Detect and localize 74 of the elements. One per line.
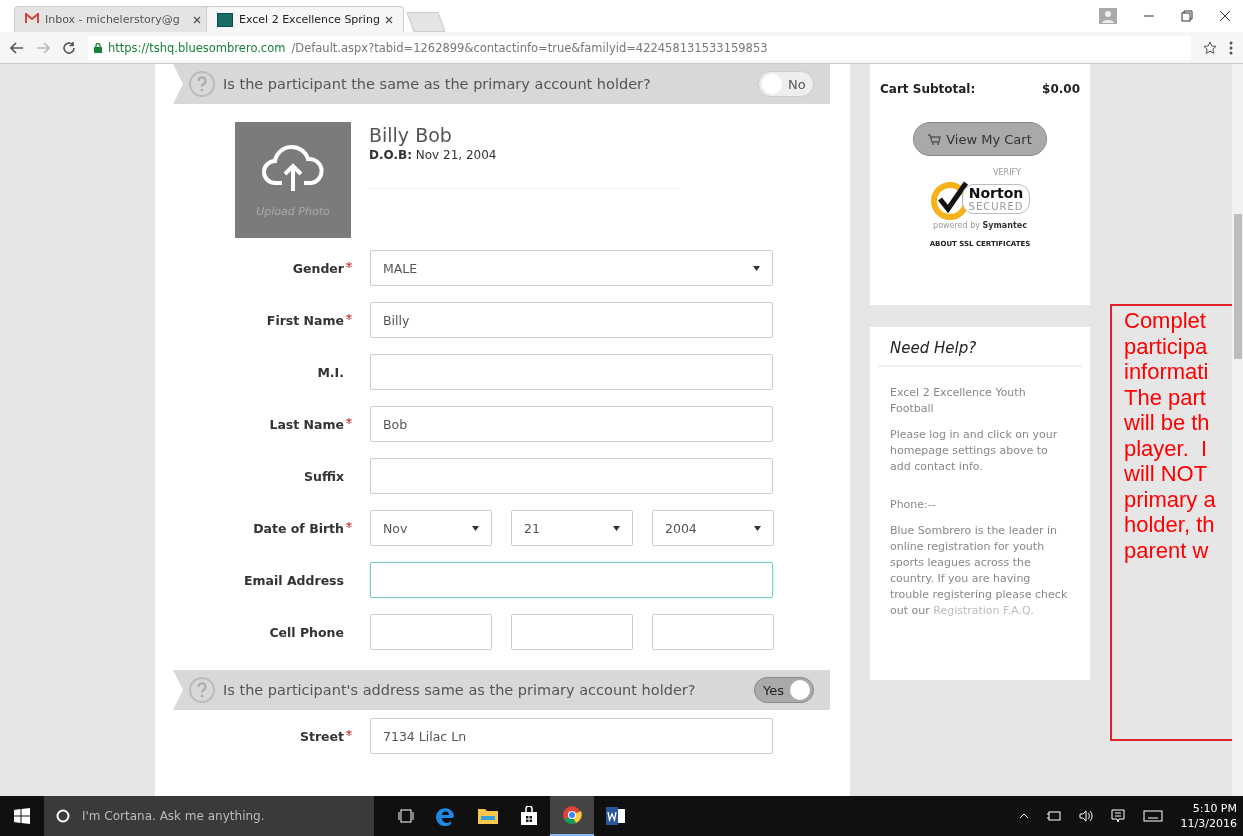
field-label: Date of Birth	[253, 520, 344, 536]
close-icon[interactable]	[1219, 10, 1231, 22]
star-icon[interactable]	[1203, 40, 1217, 55]
caret-icon	[472, 525, 479, 531]
caret-icon	[613, 525, 620, 531]
help-text: Excel 2 Excellence Youth Football	[890, 385, 1027, 417]
field-label: Email Address	[244, 572, 344, 588]
input-field[interactable]: Bob	[370, 406, 773, 442]
question-bar: Is the participant's address same as the primary account holder? Yes	[173, 670, 830, 710]
input-field[interactable]	[370, 354, 773, 390]
search-field[interactable]: I'm Cortana. Ask me anything.	[44, 796, 374, 836]
field-label: Gender	[292, 260, 344, 276]
reload-icon[interactable]	[62, 40, 76, 55]
help-text: Please log in and click on your homepage settings above to add contact info.	[890, 427, 1059, 475]
view-cart-button[interactable]: View My Cart	[913, 122, 1047, 156]
keyboard-icon[interactable]	[1142, 810, 1163, 822]
field-label: M.I.	[317, 364, 344, 380]
input-field[interactable]	[370, 562, 773, 598]
select-field[interactable]: 21	[511, 510, 633, 546]
cortana-icon	[56, 809, 70, 823]
clock-date[interactable]: 11/3/2016	[1180, 816, 1237, 831]
notification-icon[interactable]	[1110, 809, 1125, 823]
taskbar-app-button[interactable]	[550, 796, 594, 836]
input-field[interactable]	[370, 458, 773, 494]
input-field[interactable]	[370, 614, 492, 650]
cloud-upload-icon	[262, 142, 324, 193]
close-icon[interactable]	[193, 15, 201, 24]
browser-icon	[562, 805, 582, 825]
input-field[interactable]	[511, 614, 633, 650]
scrollbar[interactable]	[1232, 64, 1243, 796]
scrollbar-thumb[interactable]	[1234, 214, 1242, 359]
select-field[interactable]: Nov	[370, 510, 492, 546]
input-field[interactable]: Billy	[370, 302, 773, 338]
task-view-icon[interactable]	[398, 809, 414, 823]
toggle-switch[interactable]: Yes	[754, 677, 814, 703]
field-label: Street	[299, 728, 344, 744]
input-field[interactable]	[652, 614, 774, 650]
network-icon[interactable]	[1046, 811, 1061, 821]
field-label: Cell Phone	[269, 624, 344, 640]
word-icon[interactable]	[606, 807, 626, 825]
help-title: Need Help?	[878, 327, 1082, 367]
close-icon[interactable]	[385, 15, 393, 24]
input-field[interactable]: 7134 Lilac Ln	[370, 718, 773, 754]
caret-icon	[753, 265, 760, 271]
back-icon[interactable]	[10, 41, 24, 54]
help-text: Blue Sombrero is the leader in online registration for youth sports leagues across the country. If you are having trouble registering please check out our Registration F.A.Q.	[890, 523, 1069, 619]
subtotal-label: Cart Subtotal:	[880, 82, 976, 96]
subtotal-amount: $0.00	[1042, 82, 1080, 96]
store-icon[interactable]	[520, 806, 538, 826]
clock-time[interactable]: 5:10 PM	[1192, 801, 1237, 816]
select-field[interactable]: MALE	[370, 250, 773, 286]
chevron-up-icon[interactable]	[1018, 813, 1029, 819]
toggle-switch[interactable]: No	[758, 71, 814, 97]
restore-icon[interactable]	[1181, 10, 1193, 22]
menu-icon[interactable]	[1229, 40, 1233, 55]
question-bar: Is the participant the same as the primary account holder? No	[173, 64, 830, 104]
participant-name: Billy Bob	[369, 124, 453, 146]
field-label: Last Name	[269, 416, 344, 432]
address-field[interactable]: https://tshq.bluesombrero.com /Default.aspx?tabid=1262899&contactinfo=true&familyid=422458131533159853	[88, 35, 1191, 60]
folder-icon[interactable]	[478, 808, 498, 824]
site-icon	[217, 12, 233, 27]
speaker-icon[interactable]	[1078, 810, 1093, 822]
caret-icon	[754, 525, 761, 531]
field-label: Suffix	[304, 468, 344, 484]
edge-icon[interactable]	[436, 806, 456, 826]
date-of-birth: D.O.B: Nov 21, 2004	[369, 148, 498, 162]
phone-text: Phone:--	[890, 497, 937, 513]
security-seal[interactable]: VERIFY Norton SECURED powered by Symantec	[915, 168, 1045, 230]
browser-tab[interactable]: Excel 2 Excellence Spring	[206, 6, 404, 32]
lock-icon	[94, 42, 102, 53]
cart-icon	[928, 133, 942, 145]
select-field[interactable]: 2004	[652, 510, 774, 546]
field-label: First Name	[266, 312, 344, 328]
windows-icon[interactable]	[14, 808, 30, 824]
